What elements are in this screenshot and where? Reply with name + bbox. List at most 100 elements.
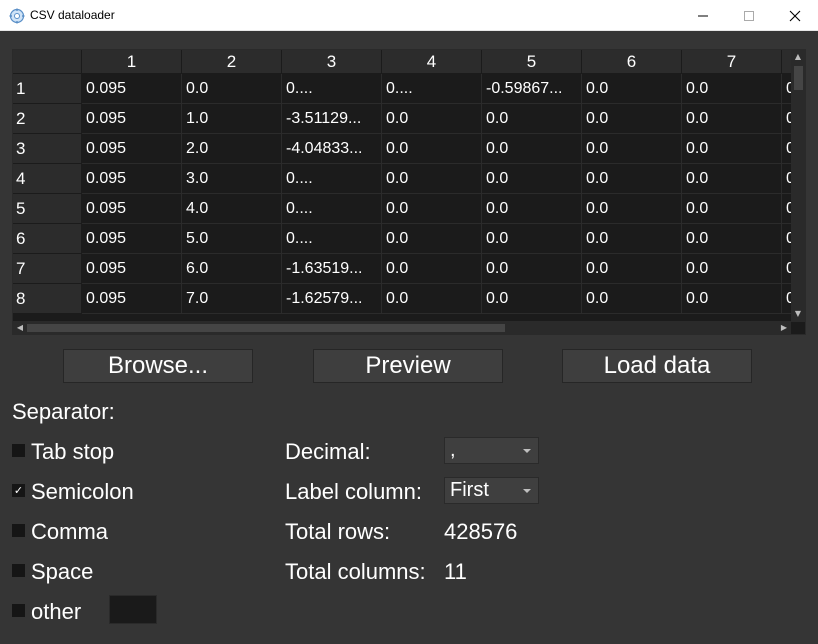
table-cell[interactable]: 5.0 (182, 224, 282, 254)
row-header[interactable]: 2 (13, 104, 82, 134)
vertical-scroll-thumb[interactable] (794, 66, 803, 90)
scroll-down-icon[interactable]: ▼ (791, 307, 805, 321)
row-header[interactable]: 6 (13, 224, 82, 254)
label-column-select[interactable]: First (444, 477, 539, 504)
table-cell[interactable]: 0.0 (682, 194, 782, 224)
other-label[interactable]: other (31, 599, 81, 625)
table-cell[interactable]: 0.... (282, 164, 382, 194)
scroll-up-icon[interactable]: ▲ (791, 50, 805, 64)
table-cell[interactable]: 0.0 (382, 134, 482, 164)
close-button[interactable] (772, 0, 818, 31)
semicolon-checkbox[interactable]: ✓ (12, 484, 25, 497)
row-header[interactable]: 1 (13, 74, 82, 104)
table-cell[interactable]: 0.0 (482, 284, 582, 314)
table-cell[interactable]: 0.... (282, 194, 382, 224)
table-cell[interactable]: 0.0 (582, 254, 682, 284)
table-cell[interactable]: 0.0 (682, 284, 782, 314)
table-cell[interactable]: 0.0 (482, 104, 582, 134)
table-cell[interactable]: 0.0 (382, 104, 482, 134)
table-cell[interactable]: 0.... (382, 74, 482, 104)
preview-button[interactable]: Preview (313, 349, 503, 383)
table-cell[interactable]: 0.0 (382, 224, 482, 254)
table-cell[interactable]: 0.0 (582, 74, 682, 104)
table-cell[interactable]: 0.0 (582, 194, 682, 224)
table-cell[interactable]: 0.0 (582, 284, 682, 314)
table-cell[interactable]: 0.0 (182, 74, 282, 104)
space-label[interactable]: Space (31, 559, 93, 585)
table-cell[interactable]: 0.095 (82, 254, 182, 284)
table-cell[interactable]: 7.0 (182, 284, 282, 314)
column-header[interactable]: 1 (82, 50, 182, 74)
comma-checkbox[interactable] (12, 524, 25, 537)
table-cell[interactable]: 0.0 (682, 134, 782, 164)
column-header[interactable]: 2 (182, 50, 282, 74)
column-header[interactable]: 5 (482, 50, 582, 74)
table-cell[interactable]: 0.0 (682, 104, 782, 134)
browse-button[interactable]: Browse... (63, 349, 253, 383)
table-cell[interactable]: 4.0 (182, 194, 282, 224)
table-cell[interactable]: 0.0 (682, 224, 782, 254)
table-cell[interactable]: 0.... (282, 224, 382, 254)
table-cell[interactable]: 0.0 (582, 104, 682, 134)
table-cell[interactable]: 0.0 (682, 164, 782, 194)
table-cell[interactable]: 0.0 (582, 134, 682, 164)
column-header[interactable]: 6 (582, 50, 682, 74)
other-checkbox[interactable] (12, 604, 25, 617)
table-cell[interactable]: 0.095 (82, 134, 182, 164)
column-header[interactable]: 4 (382, 50, 482, 74)
preview-table[interactable]: 1234567 1 0.095 0.0 0.... 0.... -0.59867... 0.… (12, 49, 806, 335)
table-cell[interactable]: 0.095 (82, 104, 182, 134)
scroll-right-icon[interactable]: ▶ (777, 321, 791, 334)
space-checkbox[interactable] (12, 564, 25, 577)
tab-stop-label[interactable]: Tab stop (31, 439, 114, 465)
table-cell[interactable]: 0.0 (482, 254, 582, 284)
row-header[interactable]: 3 (13, 134, 82, 164)
table-cell[interactable]: 1.0 (182, 104, 282, 134)
row-header[interactable]: 7 (13, 254, 82, 284)
column-header[interactable]: 3 (282, 50, 382, 74)
table-cell[interactable]: 0.0 (382, 284, 482, 314)
table-cell[interactable]: 0.0 (582, 164, 682, 194)
other-separator-input[interactable] (109, 595, 157, 624)
minimize-button[interactable] (680, 0, 726, 31)
table-cell[interactable]: 0.0 (482, 194, 582, 224)
load-data-button[interactable]: Load data (562, 349, 752, 383)
table-cell[interactable]: 0.095 (82, 164, 182, 194)
table-cell[interactable]: 0.0 (482, 224, 582, 254)
table-cell[interactable]: 0.095 (82, 194, 182, 224)
table-cell[interactable]: 0.095 (82, 74, 182, 104)
maximize-button[interactable] (726, 0, 772, 31)
table-cell[interactable]: 0.0 (682, 254, 782, 284)
table-cell[interactable]: 0.0 (682, 74, 782, 104)
table-cell[interactable]: -4.04833... (282, 134, 382, 164)
scroll-left-icon[interactable]: ◀ (13, 321, 27, 334)
table-cell[interactable]: -1.63519... (282, 254, 382, 284)
table-cell[interactable]: 0.0 (482, 164, 582, 194)
table-cell[interactable]: 6.0 (182, 254, 282, 284)
table-cell[interactable]: 0.0 (382, 194, 482, 224)
table-cell[interactable]: 0.095 (82, 284, 182, 314)
table-corner[interactable] (13, 50, 82, 74)
row-header[interactable]: 5 (13, 194, 82, 224)
table-cell[interactable]: 0.095 (82, 224, 182, 254)
row-header[interactable]: 4 (13, 164, 82, 194)
table-cell[interactable]: 0.0 (582, 224, 682, 254)
table-cell[interactable]: 2.0 (182, 134, 282, 164)
table-cell[interactable]: -0.59867... (482, 74, 582, 104)
decimal-select[interactable]: , (444, 437, 539, 464)
semicolon-label[interactable]: Semicolon (31, 479, 134, 505)
table-cell[interactable]: 3.0 (182, 164, 282, 194)
table-cell[interactable]: 0.0 (382, 254, 482, 284)
row-header[interactable]: 8 (13, 284, 82, 314)
table-cell[interactable]: -3.51129... (282, 104, 382, 134)
horizontal-scroll-thumb[interactable] (27, 324, 505, 332)
horizontal-scrollbar[interactable]: ◀ ▶ (13, 321, 791, 334)
vertical-scrollbar[interactable]: ▲ ▼ (791, 50, 805, 322)
comma-label[interactable]: Comma (31, 519, 108, 545)
table-cell[interactable]: 0.... (282, 74, 382, 104)
column-header[interactable]: 7 (682, 50, 782, 74)
table-cell[interactable]: 0.0 (482, 134, 582, 164)
table-cell[interactable]: -1.62579... (282, 284, 382, 314)
table-cell[interactable]: 0.0 (382, 164, 482, 194)
tab-stop-checkbox[interactable] (12, 444, 25, 457)
